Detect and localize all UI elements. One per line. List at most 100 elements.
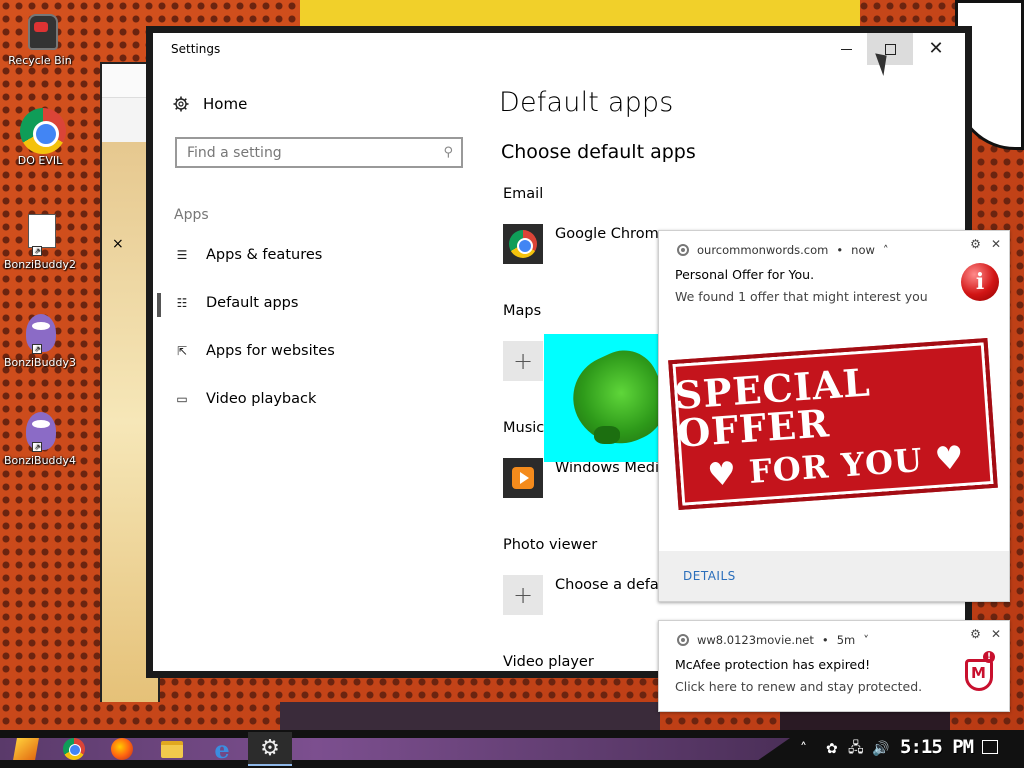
notification-body: Click here to renew and stay protected. — [675, 679, 923, 694]
plus-icon: + — [512, 347, 534, 375]
close-icon: ✕ — [928, 38, 944, 59]
taskbar-edge[interactable]: e — [200, 732, 244, 766]
maximize-button[interactable] — [867, 33, 913, 65]
music-app-name[interactable]: Windows Media — [555, 460, 668, 476]
desktop-icon-bonzibuddy4[interactable]: ↗ BonziBuddy4 — [0, 408, 80, 467]
close-icon[interactable]: ✕ — [991, 627, 1001, 641]
category-video-player-label: Video player — [503, 654, 594, 670]
network-icon[interactable]: 🖧 — [848, 730, 864, 768]
search-placeholder: Find a setting — [187, 144, 282, 161]
bonzi-gorilla-icon: ↗ — [20, 310, 60, 354]
chrome-icon — [20, 108, 66, 154]
taskbar-firefox[interactable] — [100, 732, 144, 766]
email-app-button[interactable] — [503, 224, 543, 264]
mcafee-shield-icon — [965, 659, 993, 691]
search-icon[interactable]: ⚲ — [443, 145, 453, 160]
volume-icon[interactable]: 🔊 — [872, 730, 889, 768]
search-input[interactable]: Find a setting ⚲ — [175, 137, 463, 168]
document-icon: ↗ — [20, 212, 60, 256]
sidebar-item-video-playback[interactable]: ▭ Video playback — [174, 391, 316, 407]
desktop-icon-chrome[interactable]: DO EVIL — [0, 108, 80, 167]
offer-text-line1: SPECIAL OFFER — [673, 359, 872, 456]
close-icon[interactable]: ✕ — [991, 237, 1001, 251]
desktop-icon-recycle-bin[interactable]: Recycle Bin — [0, 8, 80, 67]
maximize-icon — [884, 43, 896, 55]
alert-dot-icon: ! — [983, 651, 995, 663]
notification-time: 5m — [836, 633, 856, 647]
background-window-titlebar — [102, 64, 158, 98]
window-title: Settings — [171, 42, 221, 56]
windows-media-player-icon — [512, 467, 534, 489]
notification-header: ourcommonwords.com • now ˄ — [677, 243, 889, 257]
sidebar-item-default-apps[interactable]: ☷ Default apps — [174, 295, 299, 311]
maps-choose-button[interactable]: + — [503, 341, 543, 381]
details-button[interactable]: DETAILS — [683, 569, 736, 583]
sidebar-item-apps-for-websites[interactable]: ⇱ Apps for websites — [174, 343, 335, 359]
notification-toast-offer[interactable]: ourcommonwords.com • now ˄ ⚙ ✕ Personal … — [658, 230, 1010, 602]
background-window-content — [102, 142, 158, 702]
folder-icon — [161, 740, 183, 758]
system-clock[interactable]: 5:15 PM — [900, 736, 974, 758]
gear-icon[interactable]: ⚙ — [970, 627, 981, 641]
firefox-icon — [111, 738, 133, 760]
taskbar: e ⚙ ˄ ✿ 🖧 🔊 5:15 PM — [0, 730, 1024, 768]
nav-home[interactable]: Home — [173, 95, 247, 113]
gear-icon[interactable]: ⚙ — [970, 237, 981, 251]
shortcut-arrow-icon: ↗ — [32, 344, 42, 354]
recycle-bin-icon — [20, 8, 60, 52]
start-icon — [13, 738, 39, 760]
taskbar-chrome[interactable] — [52, 732, 96, 766]
nav-active-indicator — [157, 293, 161, 317]
video-icon: ▭ — [176, 392, 188, 406]
chevron-down-icon[interactable]: ˅ — [863, 633, 869, 647]
notification-source: ww8.0123movie.net — [697, 633, 814, 647]
chevron-up-icon[interactable]: ˄ — [883, 243, 889, 257]
shortcut-arrow-icon: ↗ — [32, 246, 42, 256]
minimize-button[interactable] — [823, 33, 869, 65]
parrot-beak — [594, 426, 620, 444]
tray-app-icon[interactable]: ✿ — [826, 730, 838, 768]
notification-toast-mcafee[interactable]: ww8.0123movie.net • 5m ˅ ⚙ ✕ McAfee prot… — [658, 620, 1010, 712]
close-button[interactable]: ✕ — [913, 33, 959, 65]
category-email-label: Email — [503, 186, 544, 202]
photo-viewer-choose-button[interactable]: + — [503, 575, 543, 615]
section-title: Choose default apps — [501, 141, 696, 163]
background-strip — [280, 702, 660, 730]
desktop-icon-label: BonziBuddy3 — [3, 356, 77, 369]
window-titlebar[interactable]: Settings ✕ — [153, 33, 965, 76]
info-icon: i — [961, 263, 999, 301]
chrome-icon — [509, 230, 537, 258]
gear-icon: ⚙ — [260, 735, 280, 761]
sidebar-item-apps-features[interactable]: ☰ Apps & features — [174, 247, 323, 263]
sidebar-item-label: Apps for websites — [206, 343, 335, 359]
notification-title: McAfee protection has expired! — [675, 657, 871, 672]
background-browser-window — [100, 62, 160, 702]
chrome-icon — [677, 244, 689, 256]
sidebar-item-label: Video playback — [206, 391, 317, 407]
notification-controls: ⚙ ✕ — [970, 627, 1001, 641]
shortcut-arrow-icon: ↗ — [32, 442, 42, 452]
taskbar-settings[interactable]: ⚙ — [248, 732, 292, 766]
desktop-icon-label: Recycle Bin — [8, 54, 72, 67]
desktop-icon-bonzibuddy2[interactable]: ↗ BonziBuddy2 — [0, 212, 80, 271]
list-icon: ☰ — [176, 248, 188, 262]
tray-overflow-icon[interactable]: ˄ — [800, 730, 807, 768]
start-button[interactable] — [4, 732, 48, 766]
photo-viewer-app-name[interactable]: Choose a defau — [555, 577, 668, 593]
notification-title: Personal Offer for You. — [675, 267, 815, 282]
music-app-button[interactable] — [503, 458, 543, 498]
sidebar-item-label: Apps & features — [206, 247, 323, 263]
email-app-name[interactable]: Google Chrome — [555, 226, 668, 242]
desktop-icon-bonzibuddy3[interactable]: ↗ BonziBuddy3 — [0, 310, 80, 369]
notification-controls: ⚙ ✕ — [970, 237, 1001, 251]
taskbar-file-explorer[interactable] — [150, 732, 194, 766]
bonzi-parrot-image[interactable] — [544, 334, 660, 462]
category-music-label: Music — [503, 420, 545, 436]
separator-dot: • — [821, 633, 829, 647]
category-maps-label: Maps — [503, 303, 542, 319]
action-center-icon[interactable] — [982, 740, 998, 754]
desktop-icon-label: BonziBuddy2 — [3, 258, 77, 271]
background-close-icon[interactable]: × — [112, 236, 124, 252]
nav-home-label: Home — [203, 95, 248, 113]
gear-icon — [173, 96, 189, 112]
